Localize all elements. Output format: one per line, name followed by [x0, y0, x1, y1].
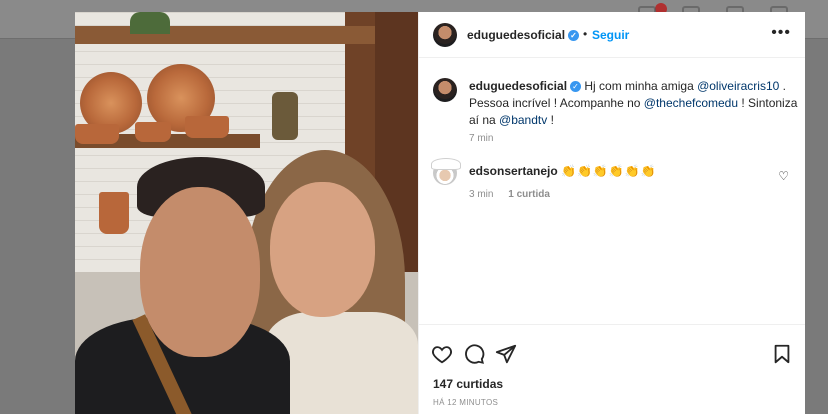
caption-text: ! — [547, 113, 554, 127]
post-likes-count[interactable]: 147 curtidas — [433, 377, 503, 391]
caption-avatar[interactable] — [433, 78, 457, 102]
comment-timestamp: 3 min — [469, 189, 494, 200]
post-caption: eduguedesoficial ✓ Hj com minha amiga @ol… — [469, 78, 799, 129]
comment-meta: 3 min 1 curtida — [469, 189, 562, 200]
more-options-icon[interactable]: ••• — [771, 24, 791, 42]
mention-link[interactable]: @thechefcomedu — [644, 96, 738, 110]
share-paper-plane-icon[interactable] — [495, 343, 517, 365]
author-username-link[interactable]: eduguedesoficial ✓ — [467, 28, 580, 42]
photo-person-face — [140, 187, 260, 357]
caption-username-link[interactable]: eduguedesoficial — [469, 79, 567, 93]
mention-link[interactable]: @oliveiracris10 — [697, 79, 779, 93]
post-photo[interactable] — [75, 12, 418, 414]
photo-hanging-basket — [272, 92, 298, 140]
comment-like-icon[interactable]: ♡ — [778, 169, 789, 183]
author-avatar[interactable] — [433, 23, 457, 47]
post-actions: 147 curtidas HÁ 12 MINUTOS — [419, 324, 805, 414]
photo-shelf — [75, 26, 375, 44]
mention-link[interactable]: @bandtv — [499, 113, 547, 127]
post-modal: eduguedesoficial ✓ • Seguir ••• eduguedes… — [75, 12, 805, 414]
verified-badge-icon: ✓ — [570, 81, 582, 93]
cowboy-hat-icon — [431, 158, 461, 170]
caption-timestamp: 7 min — [469, 133, 494, 144]
post-timestamp: HÁ 12 MINUTOS — [433, 398, 499, 407]
comment-likes-link[interactable]: 1 curtida — [508, 189, 550, 200]
photo-person-face — [270, 182, 375, 317]
comment-text: 👏👏👏👏👏👏 — [561, 164, 657, 178]
post-header: eduguedesoficial ✓ • Seguir ••• — [419, 12, 805, 58]
photo-pot — [135, 122, 171, 142]
comment: edsonsertanejo 👏👏👏👏👏👏 — [469, 164, 657, 178]
photo-plant — [130, 12, 170, 34]
like-heart-icon[interactable] — [431, 343, 453, 365]
comment-bubble-icon[interactable] — [463, 343, 485, 365]
caption-text: Hj com minha amiga — [581, 79, 698, 93]
photo-pot — [99, 192, 129, 234]
post-details-panel: eduguedesoficial ✓ • Seguir ••• eduguedes… — [418, 12, 805, 414]
separator-dot: • — [583, 27, 588, 41]
follow-button[interactable]: Seguir — [592, 28, 629, 42]
commenter-username-link[interactable]: edsonsertanejo — [469, 164, 558, 178]
verified-badge-icon: ✓ — [568, 30, 580, 42]
save-bookmark-icon[interactable] — [771, 343, 793, 365]
photo-pot — [75, 124, 119, 144]
photo-pot — [185, 116, 229, 138]
